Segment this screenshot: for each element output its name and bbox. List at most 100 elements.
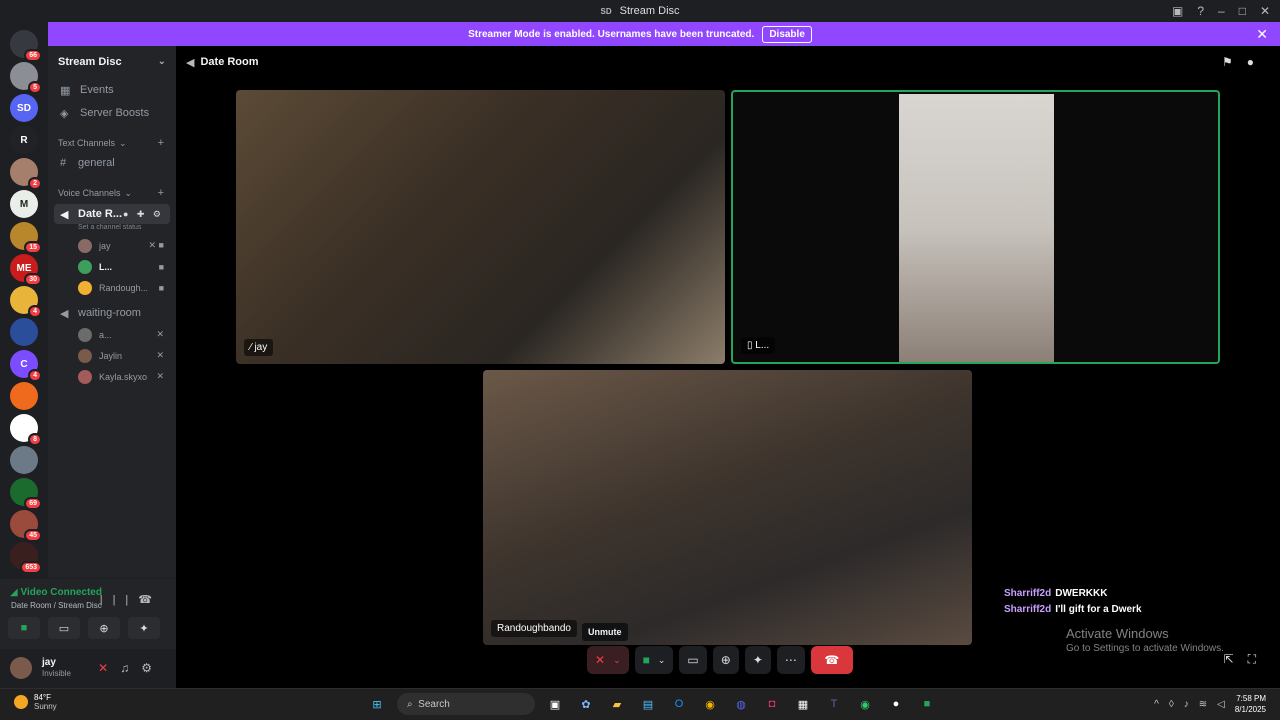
share-screen-button[interactable]: ▭ xyxy=(48,617,80,639)
soundboard-button[interactable]: ✦ xyxy=(128,617,160,639)
browser-icon[interactable]: ◉ xyxy=(854,693,876,715)
camera-button[interactable]: ■ xyxy=(8,617,40,639)
obs-icon[interactable]: ● xyxy=(885,693,907,715)
mention-badge: 69 xyxy=(24,497,42,510)
channel-general[interactable]: # general xyxy=(48,152,176,174)
clock[interactable]: 7:58 PM 8/1/2025 xyxy=(1235,693,1266,715)
mic-muted-icon[interactable]: ✕ xyxy=(98,661,120,675)
video-tile-jay[interactable]: ⁄ jay xyxy=(236,90,725,364)
close-banner-icon[interactable]: ✕ xyxy=(1256,26,1268,43)
fullscreen-icon[interactable]: ⛶ xyxy=(1248,652,1270,666)
chat-icon[interactable]: ● xyxy=(1247,55,1268,69)
voice-location[interactable]: Date Room / Stream Disc xyxy=(11,601,102,610)
voice-user[interactable]: L... ■ xyxy=(48,256,176,277)
weather-widget[interactable]: 84°F Sunny xyxy=(14,693,57,711)
maximize-button[interactable]: □ xyxy=(1239,4,1246,18)
chat-text: I'll gift for a Dwerk xyxy=(1055,604,1142,615)
add-channel-icon[interactable]: + xyxy=(158,137,164,149)
mic-icon[interactable]: ♪ xyxy=(1184,699,1189,710)
voice-panel-icons[interactable]: |||☎ xyxy=(100,593,162,606)
activities-button[interactable]: ⊕ xyxy=(88,617,120,639)
server-icon[interactable]: 69 xyxy=(10,478,42,510)
chevron-up-icon[interactable]: ^ xyxy=(1154,699,1159,710)
avatar xyxy=(78,259,92,274)
server-icon[interactable] xyxy=(10,382,38,410)
voice-user[interactable]: jay ✕ ■ xyxy=(48,235,176,256)
settings-gear-icon[interactable]: ⚙ xyxy=(141,661,164,675)
server-icon[interactable]: 66 xyxy=(10,30,42,62)
screen-share-button[interactable]: ▭ xyxy=(679,646,707,674)
voice-channel-date-room[interactable]: ◀ Date R... ● ✚ ⚙ xyxy=(54,204,170,224)
server-icon[interactable]: 8 xyxy=(10,414,42,446)
chevron-down-icon[interactable]: ⌄ xyxy=(658,655,666,666)
mention-badge: 30 xyxy=(24,273,42,286)
guild-header[interactable]: Stream Disc ⌄ xyxy=(48,46,176,78)
activity-button[interactable]: ⊕ xyxy=(712,646,739,674)
video-tile-randoughbando[interactable]: Randoughbando xyxy=(483,370,972,645)
server-icon[interactable]: 2 xyxy=(10,158,42,190)
server-icon[interactable]: 45 xyxy=(10,510,42,542)
disable-streamer-mode-button[interactable]: Disable xyxy=(762,25,812,43)
wifi-icon[interactable]: ≋ xyxy=(1199,699,1207,710)
store-icon[interactable]: ▤ xyxy=(637,693,659,715)
task-view-icon[interactable]: ▣ xyxy=(544,693,566,715)
unmute-button[interactable]: ✕ ⌄ xyxy=(587,646,629,674)
camera-toggle-button[interactable]: ■ ⌄ xyxy=(634,646,674,674)
copilot-icon[interactable]: ✿ xyxy=(575,693,597,715)
chevron-down-icon[interactable]: ⌄ xyxy=(613,655,621,666)
instagram-icon[interactable]: ◘ xyxy=(761,693,783,715)
inbox-icon[interactable]: ▣ xyxy=(1172,4,1183,18)
user-name[interactable]: jay xyxy=(42,657,56,668)
teams-icon[interactable]: T xyxy=(823,693,845,715)
video-tile-l[interactable]: ▯ L... xyxy=(731,90,1220,364)
nav-events[interactable]: ▦ Events xyxy=(48,79,176,101)
search-box[interactable]: ⌕ Search xyxy=(397,693,535,715)
nav-server-boosts[interactable]: ◈ Server Boosts xyxy=(48,102,176,124)
discord-icon[interactable]: ◍ xyxy=(730,693,752,715)
server-icon[interactable]: 653 xyxy=(10,542,42,574)
leave-call-button[interactable]: ☎ xyxy=(810,646,853,674)
noise-suppression-icon[interactable]: ||| xyxy=(100,594,139,606)
voice-user-name: Randough... xyxy=(99,282,149,293)
voice-user[interactable]: Jaylin ✕ xyxy=(48,345,176,366)
server-icon[interactable]: SD xyxy=(10,94,38,122)
chevron-down-icon[interactable]: ⌄ xyxy=(158,56,166,67)
system-tray: ^ ◊ ♪ ≋ ◁ 7:58 PM 8/1/2025 xyxy=(1154,693,1266,715)
outlook-icon[interactable]: O xyxy=(668,693,690,715)
add-voice-channel-icon[interactable]: + xyxy=(158,187,164,199)
pop-out-icon[interactable]: ⇱ xyxy=(1224,652,1248,666)
server-icon[interactable]: 4 xyxy=(10,286,42,318)
headset-icon[interactable]: ♫ xyxy=(120,661,141,675)
voice-user[interactable]: Kayla.skyxo ✕ xyxy=(48,366,176,387)
bookmark-icon[interactable]: ⚑ xyxy=(1222,55,1247,69)
server-icon[interactable]: M xyxy=(10,190,38,218)
category-voice-channels[interactable]: Voice Channels ⌄ + xyxy=(48,184,176,202)
server-icon[interactable]: 15 xyxy=(10,222,42,254)
server-icon[interactable] xyxy=(10,318,38,346)
server-icon[interactable]: 5 xyxy=(10,62,42,94)
app-icon[interactable]: ■ xyxy=(916,693,938,715)
voice-user[interactable]: a... ✕ xyxy=(48,324,176,345)
channel-status[interactable]: Set a channel status xyxy=(48,224,176,231)
security-icon[interactable]: ◊ xyxy=(1169,699,1174,710)
voice-channel-waiting-room[interactable]: ◀ waiting-room xyxy=(48,302,176,324)
calculator-icon[interactable]: ▦ xyxy=(792,693,814,715)
server-icon[interactable] xyxy=(10,446,38,474)
server-icon[interactable]: R xyxy=(10,126,38,154)
help-icon[interactable]: ? xyxy=(1197,4,1204,18)
voice-user[interactable]: Randough... ■ xyxy=(48,277,176,298)
disconnect-icon[interactable]: ☎ xyxy=(138,594,162,606)
start-icon[interactable]: ⊞ xyxy=(366,693,388,715)
close-window-button[interactable]: ✕ xyxy=(1260,4,1270,18)
volume-icon[interactable]: ◁ xyxy=(1217,699,1225,710)
more-options-button[interactable]: ⋯ xyxy=(776,646,805,674)
server-icon[interactable]: ME 30 xyxy=(10,254,42,286)
channel-tools[interactable]: ● ✚ ⚙ xyxy=(123,209,164,220)
category-text-channels[interactable]: Text Channels ⌄ + xyxy=(48,134,176,152)
chrome-icon[interactable]: ◉ xyxy=(699,693,721,715)
file-explorer-icon[interactable]: ▰ xyxy=(606,693,628,715)
minimize-button[interactable]: – xyxy=(1218,4,1225,18)
server-icon[interactable]: C4 xyxy=(10,350,42,382)
soundboard-call-button[interactable]: ✦ xyxy=(744,646,771,674)
avatar[interactable] xyxy=(10,657,32,679)
